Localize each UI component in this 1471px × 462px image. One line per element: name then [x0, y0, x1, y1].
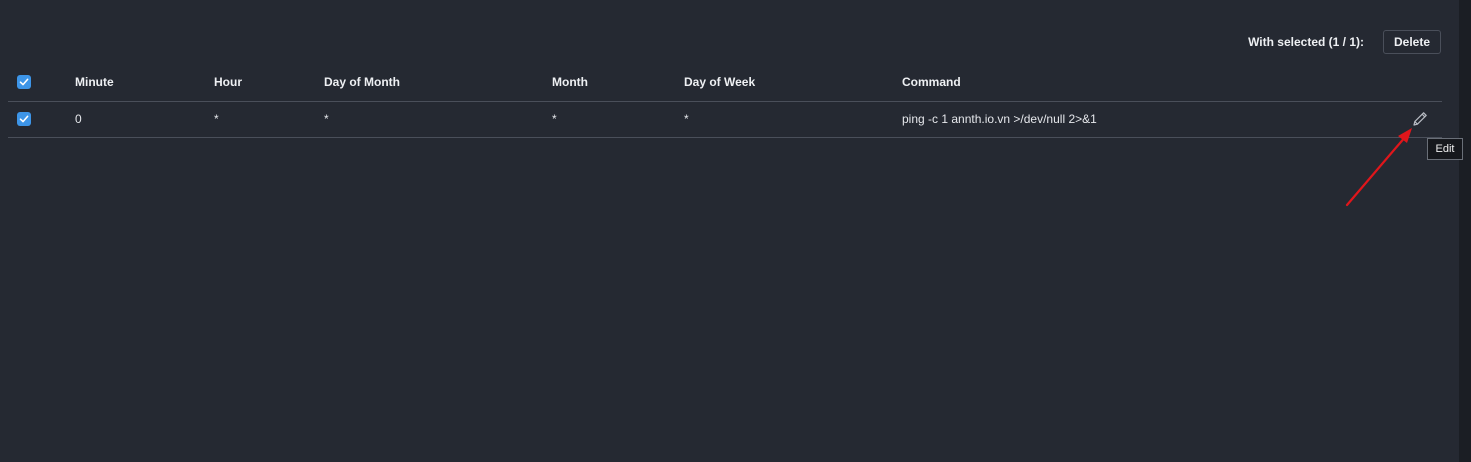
select-all-checkbox[interactable]: [17, 75, 31, 90]
cell-day-of-month: *: [324, 112, 329, 126]
row-checkbox[interactable]: [17, 112, 31, 126]
column-header-day-of-month[interactable]: Day of Month: [324, 64, 552, 101]
scrollbar-track[interactable]: [1459, 0, 1471, 462]
column-header-day-of-week[interactable]: Day of Week: [684, 64, 902, 101]
pencil-icon: [1413, 112, 1427, 126]
cell-hour: *: [214, 112, 219, 126]
column-header-command[interactable]: Command: [902, 64, 1442, 101]
cell-month: *: [552, 112, 557, 126]
checkmark-icon: [19, 115, 29, 123]
cell-minute: 0: [75, 112, 82, 126]
select-all-cell: [8, 64, 75, 101]
checkmark-icon: [19, 78, 29, 86]
cell-command: ping -c 1 annth.io.vn >/dev/null 2>&1: [902, 112, 1097, 126]
crontab-page: With selected (1 / 1): Delete Minute Hou…: [0, 0, 1459, 462]
cell-day-of-week: *: [684, 112, 689, 126]
delete-button[interactable]: Delete: [1383, 30, 1441, 54]
edit-tooltip: Edit: [1427, 138, 1463, 160]
table-header-row: Minute Hour Day of Month Month Day of We…: [8, 64, 1442, 101]
row-select-cell: [8, 101, 75, 137]
selection-count-label: With selected (1 / 1):: [1248, 35, 1364, 49]
column-header-month[interactable]: Month: [552, 64, 684, 101]
bulk-actions-toolbar: With selected (1 / 1): Delete: [0, 30, 1441, 54]
column-header-hour[interactable]: Hour: [214, 64, 324, 101]
column-header-minute[interactable]: Minute: [75, 64, 214, 101]
table-row: 0 * * * * ping -c 1 annth.io.vn >/dev/nu…: [8, 101, 1442, 137]
edit-button[interactable]: [1411, 110, 1429, 128]
cron-jobs-table: Minute Hour Day of Month Month Day of We…: [8, 64, 1442, 138]
